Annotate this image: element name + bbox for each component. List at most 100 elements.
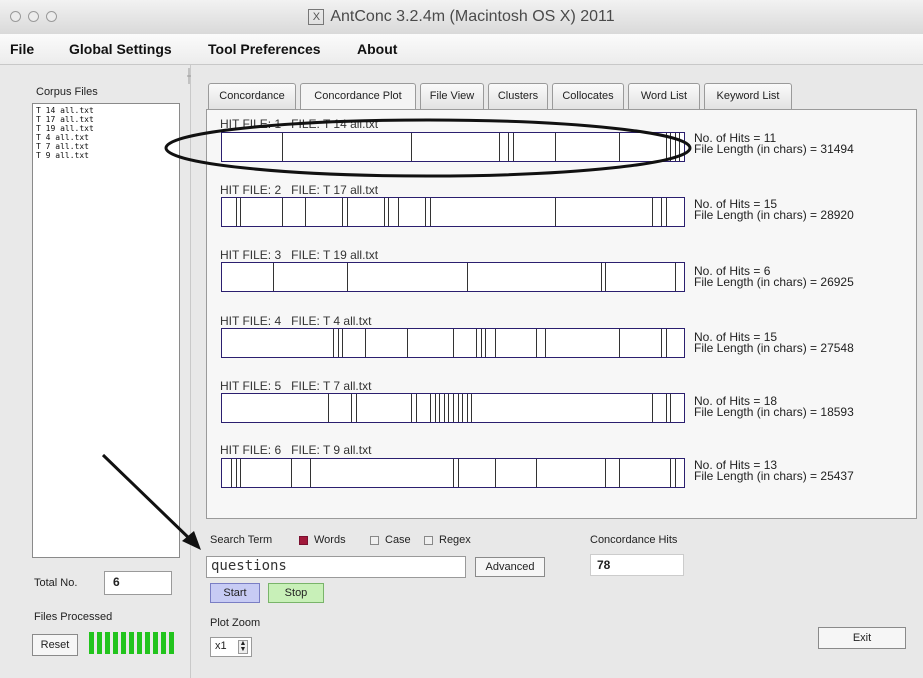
hit-marker[interactable] [661, 198, 662, 226]
hit-marker[interactable] [356, 394, 357, 422]
hit-marker[interactable] [485, 329, 486, 357]
hit-marker[interactable] [666, 198, 667, 226]
hit-marker[interactable] [435, 394, 436, 422]
hit-marker[interactable] [495, 459, 496, 487]
stepper-arrows-icon[interactable]: ▲ ▼ [238, 640, 248, 654]
hit-marker[interactable] [347, 263, 348, 291]
hit-marker[interactable] [458, 459, 459, 487]
hit-marker[interactable] [453, 329, 454, 357]
hit-marker[interactable] [342, 329, 343, 357]
hit-marker[interactable] [605, 263, 606, 291]
hit-marker[interactable] [240, 198, 241, 226]
concordance-plot-bar[interactable] [221, 132, 685, 162]
hit-marker[interactable] [679, 133, 680, 161]
hit-marker[interactable] [545, 329, 546, 357]
hit-marker[interactable] [670, 459, 671, 487]
hit-marker[interactable] [388, 198, 389, 226]
hit-marker[interactable] [652, 394, 653, 422]
hit-marker[interactable] [407, 329, 408, 357]
hit-marker[interactable] [499, 133, 500, 161]
start-button[interactable]: Start [210, 583, 260, 603]
hit-marker[interactable] [365, 329, 366, 357]
corpus-file-item[interactable]: T 19 all.txt [36, 124, 179, 133]
hit-marker[interactable] [605, 459, 606, 487]
hit-marker[interactable] [439, 394, 440, 422]
hit-marker[interactable] [661, 329, 662, 357]
concordance-plot-bar[interactable] [221, 262, 685, 292]
hit-marker[interactable] [675, 263, 676, 291]
corpus-file-item[interactable]: T 9 all.txt [36, 151, 179, 160]
hit-marker[interactable] [458, 394, 459, 422]
hit-marker[interactable] [513, 133, 514, 161]
hit-marker[interactable] [351, 394, 352, 422]
case-checkbox[interactable] [370, 536, 379, 545]
hit-marker[interactable] [342, 198, 343, 226]
hit-marker[interactable] [467, 263, 468, 291]
hit-marker[interactable] [467, 394, 468, 422]
hit-marker[interactable] [430, 394, 431, 422]
hit-marker[interactable] [240, 459, 241, 487]
splitter-handle-icon[interactable] [186, 66, 192, 86]
concordance-plot-bar[interactable] [221, 328, 685, 358]
hit-marker[interactable] [666, 329, 667, 357]
hit-marker[interactable] [471, 394, 472, 422]
menu-tool-preferences[interactable]: Tool Preferences [208, 41, 321, 57]
hit-marker[interactable] [476, 329, 477, 357]
words-checkbox[interactable] [299, 536, 308, 545]
exit-button[interactable]: Exit [818, 627, 906, 649]
hit-marker[interactable] [453, 394, 454, 422]
tab-file-view[interactable]: File View [420, 83, 484, 109]
corpus-file-item[interactable]: T 14 all.txt [36, 106, 179, 115]
corpus-file-item[interactable]: T 7 all.txt [36, 142, 179, 151]
reset-button[interactable]: Reset [32, 634, 78, 656]
menu-global-settings[interactable]: Global Settings [69, 41, 172, 57]
hit-marker[interactable] [453, 459, 454, 487]
menu-file[interactable]: File [10, 41, 34, 57]
tab-keyword-list[interactable]: Keyword List [704, 83, 792, 109]
tab-concordance-plot[interactable]: Concordance Plot [300, 83, 416, 110]
hit-marker[interactable] [495, 329, 496, 357]
hit-marker[interactable] [416, 394, 417, 422]
hit-marker[interactable] [601, 263, 602, 291]
hit-marker[interactable] [236, 198, 237, 226]
hit-marker[interactable] [282, 198, 283, 226]
hit-marker[interactable] [411, 133, 412, 161]
tab-clusters[interactable]: Clusters [488, 83, 548, 109]
hit-marker[interactable] [333, 329, 334, 357]
hit-marker[interactable] [619, 133, 620, 161]
concordance-plot-bar[interactable] [221, 393, 685, 423]
hit-marker[interactable] [652, 198, 653, 226]
hit-marker[interactable] [555, 198, 556, 226]
hit-marker[interactable] [328, 394, 329, 422]
concordance-plot-bar[interactable] [221, 458, 685, 488]
hit-marker[interactable] [536, 329, 537, 357]
hit-marker[interactable] [666, 394, 667, 422]
plot-zoom-select[interactable]: x1 ▲ ▼ [210, 637, 252, 657]
hit-marker[interactable] [430, 198, 431, 226]
concordance-plot-bar[interactable] [221, 197, 685, 227]
hit-marker[interactable] [508, 133, 509, 161]
hit-marker[interactable] [555, 133, 556, 161]
hit-marker[interactable] [305, 198, 306, 226]
hit-marker[interactable] [619, 329, 620, 357]
hit-marker[interactable] [411, 394, 412, 422]
hit-marker[interactable] [481, 329, 482, 357]
search-term-input[interactable]: questions [206, 556, 466, 578]
corpus-files-list[interactable]: T 14 all.txt T 17 all.txt T 19 all.txt T… [32, 103, 180, 558]
hit-marker[interactable] [675, 133, 676, 161]
hit-marker[interactable] [231, 459, 232, 487]
hit-marker[interactable] [536, 459, 537, 487]
hit-marker[interactable] [670, 394, 671, 422]
hit-marker[interactable] [675, 459, 676, 487]
corpus-file-item[interactable]: T 17 all.txt [36, 115, 179, 124]
hit-marker[interactable] [619, 459, 620, 487]
hit-marker[interactable] [310, 459, 311, 487]
hit-marker[interactable] [347, 198, 348, 226]
hit-marker[interactable] [670, 133, 671, 161]
tab-word-list[interactable]: Word List [628, 83, 700, 109]
hit-marker[interactable] [462, 394, 463, 422]
hit-marker[interactable] [384, 198, 385, 226]
hit-marker[interactable] [425, 198, 426, 226]
corpus-file-item[interactable]: T 4 all.txt [36, 133, 179, 142]
tab-collocates[interactable]: Collocates [552, 83, 624, 109]
